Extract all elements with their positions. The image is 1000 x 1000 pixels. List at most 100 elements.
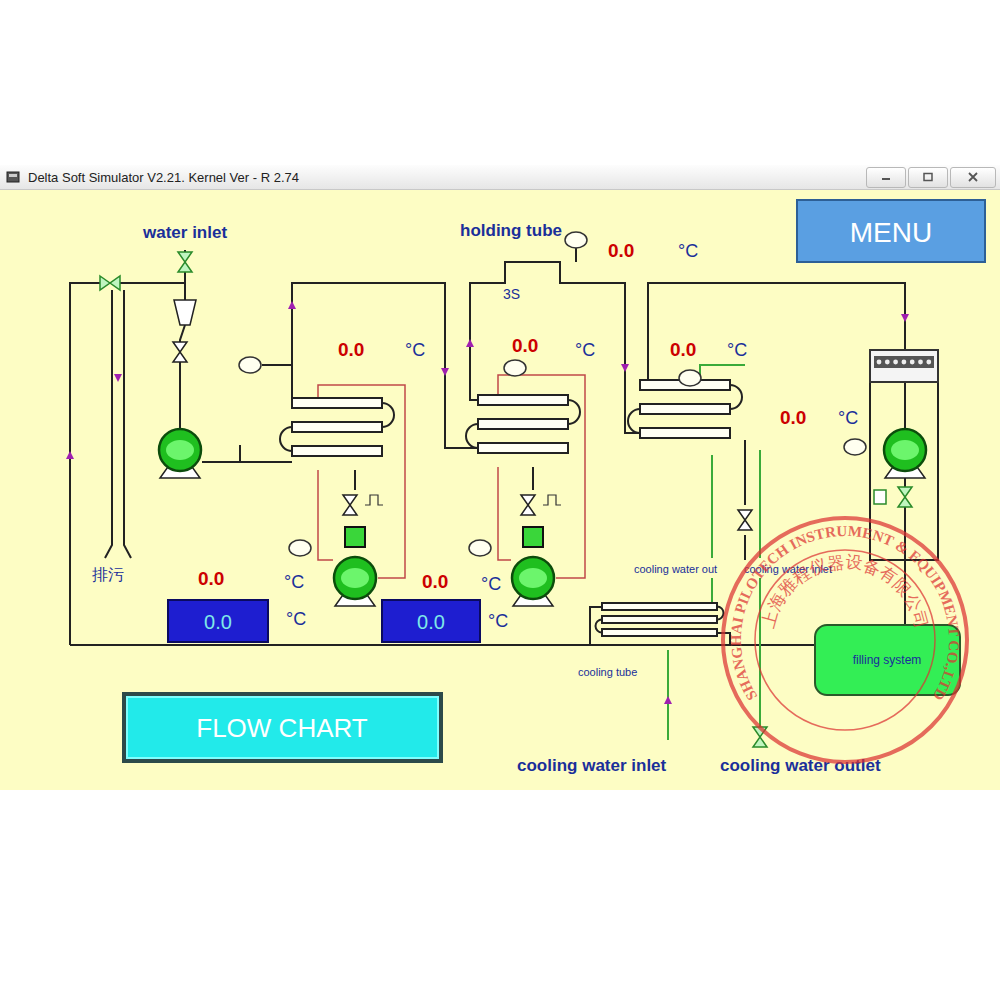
setpoint-field[interactable]: 0.0 °C <box>382 600 508 642</box>
temperature-reading: 0.0°C <box>608 240 698 261</box>
funnel-icon <box>174 300 196 325</box>
flow-arrow-icon <box>441 368 449 376</box>
cooling-pipe <box>759 450 761 558</box>
filter-hole <box>885 360 890 365</box>
setpoint-value: 0.0 <box>417 611 445 633</box>
setpoint-unit: °C <box>488 611 508 631</box>
reading-unit: °C <box>481 574 501 594</box>
pipe <box>532 467 534 490</box>
pipes <box>70 243 938 740</box>
filter-hole <box>918 360 923 365</box>
exchanger-bend <box>628 409 640 433</box>
flow-chart-button-label: FLOW CHART <box>196 713 368 743</box>
exchanger-tube <box>602 629 717 636</box>
valve-icon[interactable] <box>343 495 357 515</box>
maximize-icon <box>922 172 934 182</box>
reading-value: 0.0 <box>338 339 364 360</box>
exchanger-bend <box>717 607 724 620</box>
heat-exchanger <box>628 380 742 438</box>
exchanger-tube <box>602 603 717 610</box>
temperature-reading: 0.0°C <box>670 339 747 360</box>
temperature-reading: 0.0°C <box>512 335 595 360</box>
setpoint-box[interactable] <box>168 600 268 642</box>
heat-exchanger <box>596 603 724 636</box>
filter <box>870 350 938 382</box>
gauge-icon <box>844 439 866 455</box>
pipe <box>262 364 292 366</box>
heat-exchanger <box>280 398 394 456</box>
reading-unit: °C <box>405 340 425 360</box>
top-margin <box>0 0 1000 165</box>
flow-chart-button[interactable]: FLOW CHART <box>122 692 443 763</box>
filter-hole <box>902 360 907 365</box>
cooling-water-inlet-label: cooling water inlet <box>517 756 667 775</box>
filter-box <box>870 350 938 382</box>
gauge-icon <box>504 360 526 376</box>
cooling-water-out-label: cooling water out <box>634 563 717 575</box>
valve-icon[interactable] <box>738 510 752 530</box>
flow-diagram: water inletholding tube3S排污cooling water… <box>0 190 1000 790</box>
pulse-icon <box>543 495 561 505</box>
drain-label: 排污 <box>92 566 124 583</box>
temperature-reading: 0.0°C <box>422 571 501 594</box>
window-controls <box>866 167 1000 188</box>
setpoint-value: 0.0 <box>204 611 232 633</box>
reading-value: 0.0 <box>670 339 696 360</box>
pipe <box>744 535 746 560</box>
pump-icon[interactable] <box>159 429 201 478</box>
pump-icon[interactable] <box>512 557 554 606</box>
exchanger-tube <box>478 395 568 405</box>
reading-unit: °C <box>838 408 858 428</box>
setpoint-field[interactable]: 0.0°C <box>168 600 306 642</box>
pipe <box>590 607 602 645</box>
setpoint-box[interactable] <box>382 600 480 642</box>
menu-button-label: MENU <box>850 217 932 248</box>
close-button[interactable] <box>950 167 996 188</box>
flow-arrow-icon <box>466 339 474 347</box>
filter-hole <box>877 360 882 365</box>
pipe <box>105 290 112 558</box>
exchanger-bend <box>466 424 478 448</box>
valve-icon[interactable] <box>521 495 535 515</box>
actuator-icon <box>874 490 886 504</box>
filter-hole <box>910 360 915 365</box>
pipe <box>640 283 905 385</box>
valve-icon[interactable] <box>173 342 187 362</box>
flow-arrow-icon <box>621 364 629 372</box>
menu-button[interactable]: MENU <box>797 200 985 262</box>
reading-unit: °C <box>678 241 698 261</box>
pump-icon[interactable] <box>334 557 376 606</box>
filling-system-label: filling system <box>853 653 922 667</box>
temperature-reading: 0.0 °C <box>198 568 304 592</box>
valve-icon[interactable] <box>898 487 912 507</box>
holding-time-label: 3S <box>503 286 520 302</box>
filter-hole <box>926 360 931 365</box>
cooling-pipe <box>700 365 745 380</box>
pipe <box>124 290 131 558</box>
pump-icon[interactable] <box>884 429 926 478</box>
pipe <box>239 445 241 462</box>
valve-icon[interactable] <box>178 252 192 272</box>
heat-exchanger <box>466 395 580 453</box>
flow-arrow-icon <box>288 301 296 309</box>
app-icon <box>6 171 20 183</box>
gauge-icon <box>239 357 261 373</box>
flow-arrow-icon <box>901 314 909 322</box>
stamp-inner-text: 上海雅程仪器设备有限公司 <box>758 552 932 630</box>
exchanger-tube <box>292 446 382 456</box>
exchanger-bend <box>280 427 292 451</box>
pipe <box>904 382 906 428</box>
reading-value: 0.0 <box>198 568 224 589</box>
cooling-pipe <box>711 455 713 558</box>
process-canvas: water inletholding tube3S排污cooling water… <box>0 190 1000 790</box>
company-stamp: SHANGHAI PILOTECH INSTRUMENT & EQUIPMENT… <box>723 518 967 762</box>
maximize-button[interactable] <box>908 167 948 188</box>
flow-arrow-icon <box>664 696 672 704</box>
minimize-button[interactable] <box>866 167 906 188</box>
heater-icon <box>523 527 543 547</box>
reading-unit: °C <box>284 572 304 592</box>
water-inlet-label: water inlet <box>142 223 227 242</box>
reading-value: 0.0 <box>780 407 806 428</box>
valve-icon[interactable] <box>100 276 120 290</box>
exchanger-tube <box>478 443 568 453</box>
